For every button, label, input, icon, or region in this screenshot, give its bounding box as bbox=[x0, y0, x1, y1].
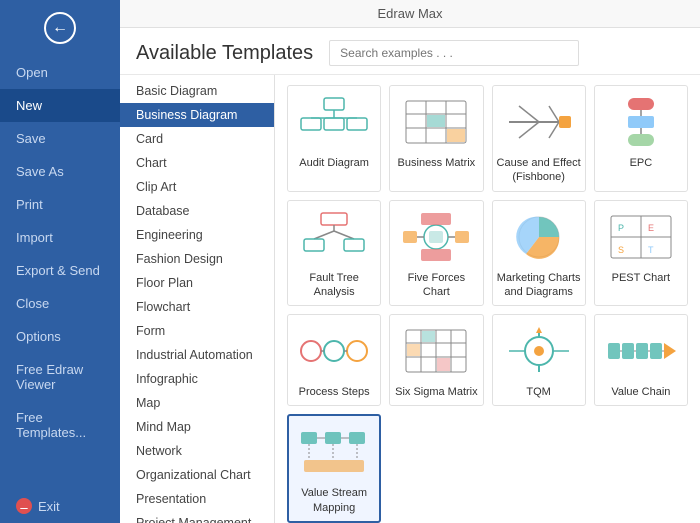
sidebar-item-save-as[interactable]: Save As bbox=[0, 155, 120, 188]
template-card-epc[interactable]: EPC bbox=[594, 85, 688, 192]
sidebar-item-print[interactable]: Print bbox=[0, 188, 120, 221]
svg-text:E: E bbox=[648, 223, 654, 233]
page-title: Available Templates bbox=[136, 42, 313, 65]
template-card-pest-chart[interactable]: P E S T PEST Chart bbox=[594, 200, 688, 307]
template-card-process-steps[interactable]: Process Steps bbox=[287, 314, 381, 406]
nav-item-form[interactable]: Form bbox=[120, 319, 274, 343]
exit-label: Exit bbox=[38, 499, 60, 514]
exit-icon: ⚊ bbox=[16, 498, 32, 514]
nav-item-presentation[interactable]: Presentation bbox=[120, 487, 274, 511]
template-label-pest-chart: PEST Chart bbox=[612, 271, 671, 285]
template-label-audit-diagram: Audit Diagram bbox=[299, 156, 369, 170]
sidebar-item-import[interactable]: Import bbox=[0, 221, 120, 254]
nav-item-flowchart[interactable]: Flowchart bbox=[120, 295, 274, 319]
template-label-process-steps: Process Steps bbox=[299, 385, 370, 399]
epc-icon bbox=[601, 92, 681, 152]
template-card-six-sigma[interactable]: Six Sigma Matrix bbox=[389, 314, 483, 406]
main-content: Edraw Max Available Templates Basic Diag… bbox=[120, 0, 700, 523]
sidebar-item-close[interactable]: Close bbox=[0, 287, 120, 320]
nav-item-mind-map[interactable]: Mind Map bbox=[120, 415, 274, 439]
sidebar-item-free-templates[interactable]: Free Templates... bbox=[0, 401, 120, 449]
business-matrix-icon bbox=[396, 92, 476, 152]
nav-item-fashion-design[interactable]: Fashion Design bbox=[120, 247, 274, 271]
sidebar-nav: OpenNewSaveSave AsPrintImportExport & Se… bbox=[0, 56, 120, 449]
value-chain-icon bbox=[601, 321, 681, 381]
template-label-value-chain: Value Chain bbox=[611, 385, 670, 399]
nav-item-chart[interactable]: Chart bbox=[120, 151, 274, 175]
nav-item-project-management[interactable]: Project Management bbox=[120, 511, 274, 523]
nav-item-map[interactable]: Map bbox=[120, 391, 274, 415]
template-card-fault-tree[interactable]: Fault Tree Analysis bbox=[287, 200, 381, 307]
template-label-business-matrix: Business Matrix bbox=[398, 156, 476, 170]
search-input[interactable] bbox=[329, 40, 579, 66]
nav-item-basic-diagram[interactable]: Basic Diagram bbox=[120, 79, 274, 103]
back-circle-icon[interactable]: ← bbox=[44, 12, 76, 44]
app-title: Edraw Max bbox=[120, 0, 700, 28]
sidebar-item-open[interactable]: Open bbox=[0, 56, 120, 89]
template-label-six-sigma: Six Sigma Matrix bbox=[395, 385, 478, 399]
template-label-cause-effect: Cause and Effect (Fishbone) bbox=[497, 156, 581, 185]
template-card-tqm[interactable]: TQM bbox=[492, 314, 586, 406]
exit-button[interactable]: ⚊ Exit bbox=[0, 489, 120, 523]
nav-item-organizational-chart[interactable]: Organizational Chart bbox=[120, 463, 274, 487]
templates-grid: Audit Diagram Business Matrix Cause and Ef… bbox=[275, 75, 700, 523]
pest-chart-icon: P E S T bbox=[601, 207, 681, 267]
back-button[interactable]: ← bbox=[0, 0, 120, 56]
template-card-value-chain[interactable]: Value Chain bbox=[594, 314, 688, 406]
nav-item-card[interactable]: Card bbox=[120, 127, 274, 151]
nav-item-infographic[interactable]: Infographic bbox=[120, 367, 274, 391]
template-card-marketing-charts[interactable]: Marketing Charts and Diagrams bbox=[492, 200, 586, 307]
middle-area: Basic DiagramBusiness DiagramCardChartCl… bbox=[120, 75, 700, 523]
template-card-business-matrix[interactable]: Business Matrix bbox=[389, 85, 483, 192]
six-sigma-icon bbox=[396, 321, 476, 381]
template-card-cause-effect[interactable]: Cause and Effect (Fishbone) bbox=[492, 85, 586, 192]
nav-item-network[interactable]: Network bbox=[120, 439, 274, 463]
nav-item-floor-plan[interactable]: Floor Plan bbox=[120, 271, 274, 295]
nav-item-clip-art[interactable]: Clip Art bbox=[120, 175, 274, 199]
nav-item-industrial-automation[interactable]: Industrial Automation bbox=[120, 343, 274, 367]
category-nav-list: Basic DiagramBusiness DiagramCardChartCl… bbox=[120, 75, 275, 523]
sidebar-item-export-send[interactable]: Export & Send bbox=[0, 254, 120, 287]
five-forces-icon bbox=[396, 207, 476, 267]
template-label-fault-tree: Fault Tree Analysis bbox=[292, 271, 376, 300]
content-header: Available Templates bbox=[120, 28, 700, 75]
process-steps-icon bbox=[294, 321, 374, 381]
cause-effect-icon bbox=[499, 92, 579, 152]
template-card-audit-diagram[interactable]: Audit Diagram bbox=[287, 85, 381, 192]
tqm-icon bbox=[499, 321, 579, 381]
sidebar-item-options[interactable]: Options bbox=[0, 320, 120, 353]
svg-text:T: T bbox=[648, 245, 654, 255]
sidebar-item-new[interactable]: New bbox=[0, 89, 120, 122]
sidebar: ← OpenNewSaveSave AsPrintImportExport & … bbox=[0, 0, 120, 523]
sidebar-item-free-viewer[interactable]: Free Edraw Viewer bbox=[0, 353, 120, 401]
value-stream-icon bbox=[294, 422, 374, 482]
template-card-value-stream[interactable]: Value Stream Mapping bbox=[287, 414, 381, 523]
marketing-charts-icon bbox=[499, 207, 579, 267]
template-card-five-forces[interactable]: Five Forces Chart bbox=[389, 200, 483, 307]
nav-item-engineering[interactable]: Engineering bbox=[120, 223, 274, 247]
svg-text:P: P bbox=[618, 223, 624, 233]
template-label-epc: EPC bbox=[630, 156, 653, 170]
fault-tree-icon bbox=[294, 207, 374, 267]
template-label-five-forces: Five Forces Chart bbox=[394, 271, 478, 300]
content-area: Available Templates Basic DiagramBusines… bbox=[120, 28, 700, 523]
sidebar-item-save[interactable]: Save bbox=[0, 122, 120, 155]
template-label-marketing-charts: Marketing Charts and Diagrams bbox=[497, 271, 581, 300]
svg-text:S: S bbox=[618, 245, 624, 255]
nav-item-database[interactable]: Database bbox=[120, 199, 274, 223]
template-label-tqm: TQM bbox=[526, 385, 550, 399]
nav-item-business-diagram[interactable]: Business Diagram bbox=[120, 103, 274, 127]
template-label-value-stream: Value Stream Mapping bbox=[293, 486, 375, 515]
audit-diagram-icon bbox=[294, 92, 374, 152]
